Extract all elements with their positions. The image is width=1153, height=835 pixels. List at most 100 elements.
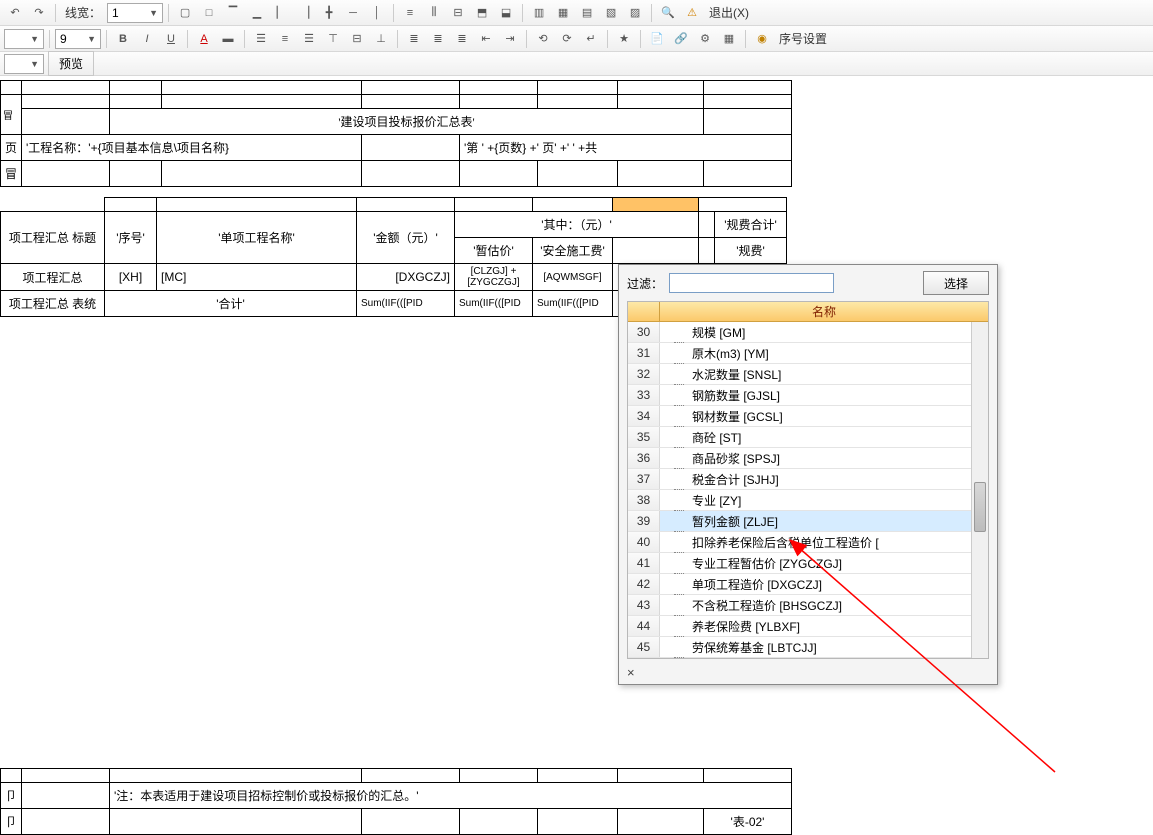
selected-col-header[interactable] [613,198,699,212]
col-fee: '规费' [715,238,787,264]
grid-row[interactable]: 36商品砂浆 [SPSJ] [628,448,988,469]
d-name: [MC] [157,264,357,291]
group-icon[interactable]: ▦ [718,28,740,50]
grid-3-icon[interactable]: ▨ [624,2,646,24]
indent-dec-icon[interactable]: ⇤ [475,28,497,50]
grid-row[interactable]: 44养老保险费 [YLBXF] [628,616,988,637]
border-outer-icon[interactable]: ▢ [174,2,196,24]
grid-row[interactable]: 37税金合计 [SJHJ] [628,469,988,490]
grid-row[interactable]: 40扣除养老保险后含税单位工程造价 [ [628,532,988,553]
d-est: [CLZGJ] + [ZYGCZGJ] [455,264,533,291]
grid-row[interactable]: 42单项工程造价 [DXGCZJ] [628,574,988,595]
redo-icon[interactable]: ↷ [28,2,50,24]
font-color-icon[interactable]: A [193,28,215,50]
grid-row[interactable]: 43不含税工程造价 [BHSGCZJ] [628,595,988,616]
grid-1-icon[interactable]: ▤ [576,2,598,24]
border-bottom-icon[interactable]: ▁ [246,2,268,24]
popup-close-button[interactable]: × [619,663,997,684]
align-center-icon[interactable]: ≡ [274,28,296,50]
col-sub-header: '其中：（元）' [455,212,699,238]
delete-row-icon[interactable]: ⊟ [447,2,469,24]
grid-row[interactable]: 33钢筋数量 [GJSL] [628,385,988,406]
row-label-data: 项工程汇总 [1,264,105,291]
target-icon[interactable]: ◉ [751,28,773,50]
star-icon[interactable]: ★ [613,28,635,50]
line-width-combo[interactable]: 1▼ [107,3,163,23]
proj-name-cell: '工程名称：'+{项目基本信息\项目名称} [22,135,362,161]
grid-row[interactable]: 34钢材数量 [GCSL] [628,406,988,427]
insert-row-below-icon[interactable]: ⬓ [495,2,517,24]
undo-icon[interactable]: ↶ [4,2,26,24]
align-top-icon[interactable]: ⊤ [322,28,344,50]
row-label-sum: 项工程汇总 表统 [1,291,105,317]
exit-button[interactable]: 退出(X) [705,4,753,21]
fill-color-icon[interactable]: ▬ [217,28,239,50]
wrap-icon[interactable]: ↵ [580,28,602,50]
col-name: '单项工程名称' [157,212,357,264]
select-button[interactable]: 选择 [923,271,989,295]
grid-row[interactable]: 41专业工程暂估价 [ZYGCZGJ] [628,553,988,574]
valign-1-icon[interactable]: ≣ [403,28,425,50]
toolbar-1: ↶ ↷ 线宽： 1▼ ▢ □ ▔ ▁ ▏ ▕ ╋ ─ │ ≡ ⫼ ⊟ ⬒ ⬓ ▥… [0,0,1153,26]
row-label-subheader: 页 [1,135,22,161]
grid-row[interactable]: 32水泥数量 [SNSL] [628,364,988,385]
copy-icon[interactable]: 📄 [646,28,668,50]
border-top-icon[interactable]: ▔ [222,2,244,24]
filter-label: 过滤： [627,275,663,292]
d-safe: [AQWMSGF] [533,264,613,291]
underline-icon[interactable]: U [160,28,182,50]
tab-bar: ▼ 预览 [0,52,1153,76]
insert-row-above-icon[interactable]: ⬒ [471,2,493,24]
border-inner-v-icon[interactable]: │ [366,2,388,24]
border-right-icon[interactable]: ▕ [294,2,316,24]
d-seq: [XH] [105,264,157,291]
grid-scrollbar[interactable] [971,322,988,658]
active-combo-cell[interactable] [613,238,699,264]
grid-row[interactable]: 30规模 [GM] [628,322,988,343]
grid-row[interactable]: 39暂列金额 [ZLJE] [628,511,988,532]
print-preview-icon[interactable]: 🔍 [657,2,679,24]
grid-row[interactable]: 45劳保统筹基金 [LBTCJJ] [628,637,988,658]
view-combo[interactable]: ▼ [4,54,44,74]
border-inner-icon[interactable]: ╋ [318,2,340,24]
grid-2-icon[interactable]: ▧ [600,2,622,24]
row-label-header2: 冒 [1,161,22,187]
link-icon[interactable]: 🔗 [670,28,692,50]
split-cell-icon[interactable]: ▥ [528,2,550,24]
valign-3-icon[interactable]: ≣ [451,28,473,50]
footer-row-label-2: 卩 [1,809,22,835]
grid-row[interactable]: 31原木(m3) [YM] [628,343,988,364]
indent-inc-icon[interactable]: ⇥ [499,28,521,50]
grid-row[interactable]: 38专业 [ZY] [628,490,988,511]
sheet-code: '表-02' [704,809,792,835]
border-left-icon[interactable]: ▏ [270,2,292,24]
border-none-icon[interactable]: □ [198,2,220,24]
rotate-1-icon[interactable]: ⟲ [532,28,554,50]
font-size-combo[interactable]: 9▼ [55,29,101,49]
field-grid: 名称 30规模 [GM]31原木(m3) [YM]32水泥数量 [SNSL]33… [627,301,989,659]
col-amount: '金额（元）' [357,212,455,264]
align-middle-icon[interactable]: ⊟ [346,28,368,50]
insert-row-icon[interactable]: ≡ [399,2,421,24]
seq-setting-button[interactable]: 序号设置 [775,30,831,47]
filter-input[interactable] [669,273,834,293]
valign-2-icon[interactable]: ≣ [427,28,449,50]
italic-icon[interactable]: I [136,28,158,50]
col-seq: '序号' [105,212,157,264]
sum-est: Sum(IIF(([PID [455,291,533,317]
grid-row[interactable]: 35商砼 [ST] [628,427,988,448]
insert-col-icon[interactable]: ⫼ [423,2,445,24]
rotate-2-icon[interactable]: ⟳ [556,28,578,50]
border-inner-h-icon[interactable]: ─ [342,2,364,24]
style-combo[interactable]: ▼ [4,29,44,49]
align-left-icon[interactable]: ☰ [250,28,272,50]
bold-icon[interactable]: B [112,28,134,50]
warn-icon[interactable]: ⚠ [681,2,703,24]
align-right-icon[interactable]: ☰ [298,28,320,50]
align-bottom-icon[interactable]: ⊥ [370,28,392,50]
merge-cell-icon[interactable]: ▦ [552,2,574,24]
props-icon[interactable]: ⚙ [694,28,716,50]
tab-preview[interactable]: 预览 [48,51,94,76]
page-expr-cell: '第 ' +{页数} +' 页' +' ' +共 [460,135,792,161]
col-est: '暂估价' [455,238,533,264]
